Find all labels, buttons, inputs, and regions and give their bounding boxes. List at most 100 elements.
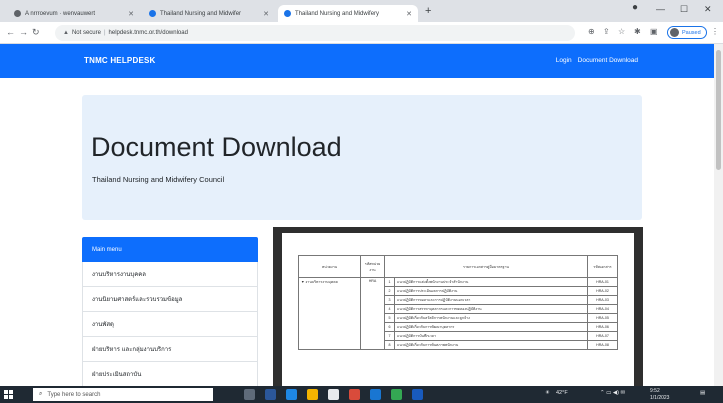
- row-number: 4: [384, 304, 395, 314]
- app-icon[interactable]: [265, 389, 276, 400]
- tab-favicon-icon: [149, 10, 156, 17]
- word-icon[interactable]: [412, 389, 423, 400]
- row-description[interactable]: แนวปฏิบัติการประเมินผลการปฏิบัติงาน: [394, 286, 588, 296]
- tab-favicon-icon: [14, 10, 21, 17]
- row-code: HRA-03: [587, 295, 618, 305]
- tab-search-icon[interactable]: ●: [632, 2, 638, 13]
- document-table: หน่วยงาน รหัสหน่วยงาน รายการเอกสารคู่มือ…: [298, 255, 618, 350]
- browser-tab-1[interactable]: A nrrroevum · wenvauwert ✕: [8, 5, 140, 22]
- zoom-icon[interactable]: ⊕: [588, 27, 595, 37]
- table-header-row: หน่วยงาน รหัสหน่วยงาน รายการเอกสารคู่มือ…: [298, 255, 618, 278]
- document-viewer[interactable]: หน่วยงาน รหัสหน่วยงาน รายการเอกสารคู่มือ…: [273, 227, 643, 386]
- forward-arrow-icon[interactable]: →: [19, 27, 28, 37]
- clock-time[interactable]: 9:52: [650, 388, 660, 394]
- avatar-icon: [670, 28, 679, 37]
- clock-date[interactable]: 1/1/2023: [650, 395, 669, 401]
- row-number: 2: [384, 286, 395, 296]
- browser-tab-3-active[interactable]: Thailand Nursing and Midwifery ✕: [278, 5, 418, 22]
- file-explorer-icon[interactable]: [307, 389, 318, 400]
- app-icon[interactable]: [370, 389, 381, 400]
- sidebar-item-admin[interactable]: ฝ่ายบริหาร และกลุ่มงานบริการ: [82, 337, 258, 362]
- weather-icon[interactable]: ☀: [545, 390, 550, 396]
- edge-icon[interactable]: [286, 389, 297, 400]
- line-icon[interactable]: [391, 389, 402, 400]
- bookmark-star-icon[interactable]: ☆: [618, 27, 625, 37]
- row-number: 3: [384, 295, 395, 305]
- browser-tab-2[interactable]: Thailand Nursing and Midwifer ✕: [143, 5, 275, 22]
- page-title: Document Download: [91, 132, 342, 162]
- sidebar-menu: Main menu งานบริหารงานบุคคล งานนิยามศาสต…: [82, 237, 258, 386]
- url-text: helpdesk.tnmc.or.th/download: [108, 30, 188, 36]
- row-code: HRA-02: [587, 286, 618, 296]
- table-row: ▼ งานบริหารงานบุคคล HRA 1 แนวปฏิบัติการแต่ง…: [298, 277, 618, 350]
- page-subtitle: Thailand Nursing and Midwifery Council: [92, 175, 225, 184]
- reload-icon[interactable]: ↻: [32, 27, 40, 37]
- browser-toolbar: ← → ↻ ▲ Not secure | helpdesk.tnmc.or.th…: [0, 22, 723, 44]
- system-tray-icons[interactable]: ⌃ ▭ ◀) ✉: [600, 390, 625, 396]
- new-tab-button[interactable]: +: [425, 6, 431, 17]
- windows-taskbar: ⌕ Type here to search ☀ 42°F ⌃ ▭ ◀) ✉ 9:…: [0, 386, 723, 403]
- row-number: 1: [384, 277, 395, 287]
- site-brand[interactable]: TNMC HELPDESK: [84, 56, 156, 65]
- extensions-icon[interactable]: ✱: [634, 27, 641, 37]
- tab-close-icon[interactable]: ✕: [124, 10, 134, 18]
- tab-title: A nrrroevum · wenvauwert: [25, 10, 96, 17]
- row-description[interactable]: แนวปฏิบัติการบันทึกเวลา: [394, 331, 588, 341]
- tab-close-icon[interactable]: ✕: [259, 10, 269, 18]
- app-icon[interactable]: [349, 389, 360, 400]
- column-header: รายการเอกสารคู่มือมาตรฐาน: [384, 255, 588, 278]
- group-code: HRA: [360, 277, 385, 350]
- tab-title: Thailand Nursing and Midwifer: [160, 10, 242, 17]
- row-description[interactable]: แนวปฏิบัติเกี่ยวกับการพ้นสภาพพนักงาน: [394, 340, 588, 350]
- minimize-button[interactable]: —: [656, 4, 665, 14]
- row-code: HRA-05: [587, 313, 618, 323]
- row-description[interactable]: แนวปฏิบัติการแต่งตั้งพนักงานประจำสำนักงา…: [394, 277, 588, 287]
- maximize-button[interactable]: ☐: [680, 4, 688, 15]
- column-header: รหัสเอกสาร: [587, 255, 618, 278]
- row-description[interactable]: แนวปฏิบัติเกี่ยวกับการพัฒนาบุคลากร: [394, 322, 588, 332]
- task-view-icon[interactable]: [244, 389, 255, 400]
- sidebar-item-supplies[interactable]: งานพัสดุ: [82, 312, 258, 337]
- close-window-button[interactable]: ✕: [704, 4, 712, 15]
- document-page: หน่วยงาน รหัสหน่วยงาน รายการเอกสารคู่มือ…: [282, 233, 634, 386]
- nav-link-login[interactable]: Login: [556, 57, 572, 64]
- profile-label: Paused: [682, 29, 701, 36]
- row-code: HRA-04: [587, 304, 618, 314]
- back-arrow-icon[interactable]: ←: [6, 27, 15, 37]
- column-header: หน่วยงาน: [298, 255, 361, 278]
- nav-link-document-download[interactable]: Document Download: [578, 57, 638, 64]
- column-header: รหัสหน่วยงาน: [360, 255, 385, 278]
- weather-temp[interactable]: 42°F: [556, 390, 568, 396]
- profile-button[interactable]: Paused: [667, 26, 707, 39]
- sidebar-item-hr[interactable]: งานบริหารงานบุคคล: [82, 262, 258, 287]
- sidebar-item-assessment[interactable]: ฝ่ายประเมินสถาบัน: [82, 362, 258, 386]
- tab-title: Thailand Nursing and Midwifery: [295, 10, 380, 17]
- windows-start-icon[interactable]: [4, 390, 13, 399]
- page-viewport: TNMC HELPDESK Login Document Download Do…: [0, 44, 714, 386]
- row-number: 7: [384, 331, 395, 341]
- nav-links: Login Document Download: [556, 57, 638, 64]
- chrome-icon[interactable]: [328, 389, 339, 400]
- row-description[interactable]: แนวปฏิบัติการขอลาและการปฏิบัติงานนอกเวลา: [394, 295, 588, 305]
- warning-icon: ▲: [63, 30, 69, 36]
- share-icon[interactable]: ⇪: [603, 27, 610, 37]
- row-code: HRA-08: [587, 340, 618, 350]
- sidebar-item-main-menu[interactable]: Main menu: [82, 237, 258, 262]
- row-description[interactable]: แนวปฏิบัติเกี่ยวกับสวัสดิการพนักงานและลู…: [394, 313, 588, 323]
- sidebar-item-data[interactable]: งานนิยามศาสตร์และรวบรวมข้อมูล: [82, 287, 258, 312]
- notification-icon[interactable]: ▤: [700, 390, 705, 396]
- group-label: ▼ งานบริหารงานบุคคล: [298, 277, 361, 350]
- site-navbar: TNMC HELPDESK Login Document Download: [0, 44, 714, 78]
- tab-close-icon[interactable]: ✕: [402, 10, 412, 18]
- scrollbar-thumb[interactable]: [716, 50, 721, 170]
- taskbar-search-input[interactable]: ⌕ Type here to search: [33, 388, 213, 401]
- row-description[interactable]: แนวปฏิบัติการสรรหาบุคลากรและการทดลองปฏิบ…: [394, 304, 588, 314]
- row-code: HRA-07: [587, 331, 618, 341]
- page-scrollbar[interactable]: [714, 44, 723, 386]
- address-bar[interactable]: ▲ Not secure | helpdesk.tnmc.or.th/downl…: [55, 25, 575, 41]
- row-code: HRA-01: [587, 277, 618, 287]
- menu-dots-icon[interactable]: ⋮: [711, 27, 719, 37]
- row-number: 6: [384, 322, 395, 332]
- sidebar-icon[interactable]: ▣: [650, 27, 658, 37]
- search-icon: ⌕: [39, 391, 43, 397]
